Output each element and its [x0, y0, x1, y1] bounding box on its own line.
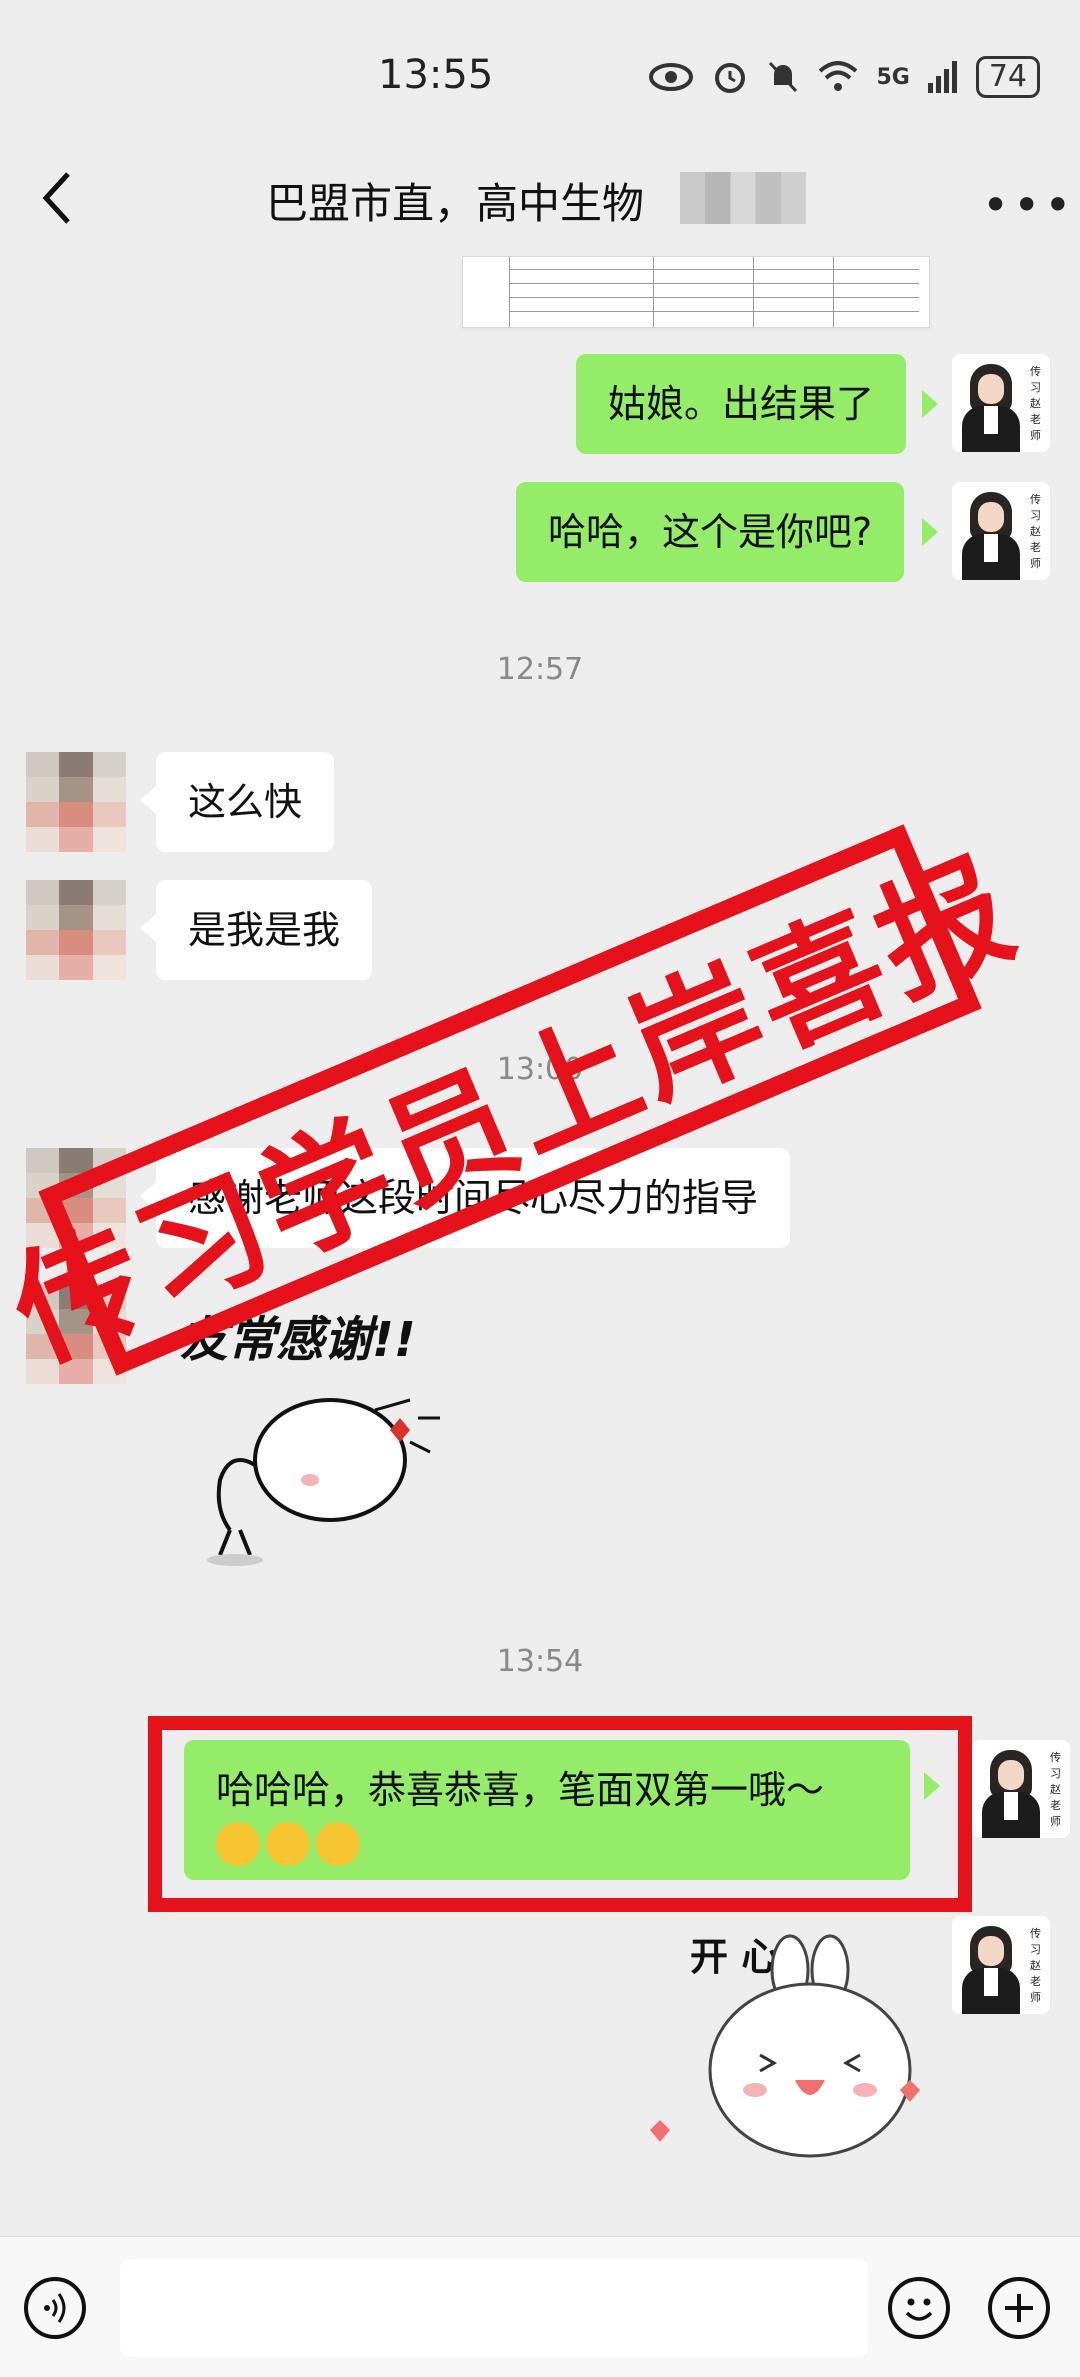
bubble-tail [140, 786, 156, 814]
spreadsheet-image-message[interactable] [462, 256, 930, 328]
input-bar [0, 2236, 1080, 2377]
battery-indicator: 74 [975, 56, 1040, 98]
avatar[interactable]: 传习赵老师 [952, 354, 1050, 452]
message-bubble-sent[interactable]: 姑娘。出结果了 [576, 354, 907, 454]
chat-title: 巴盟市直，高中生物 [266, 179, 645, 228]
bowing-creature-sticker [207, 1398, 440, 1566]
voice-icon[interactable] [24, 2277, 86, 2339]
bunny-icon [650, 1934, 920, 2158]
avatar-signature: 传习赵老师 [1030, 493, 1041, 570]
bubble-tail [922, 518, 938, 546]
timestamp: 12:57 [496, 652, 584, 687]
avatar[interactable]: 传习赵老师 [952, 482, 1050, 580]
message-bubble-sent[interactable]: 哈哈，这个是你吧? [516, 482, 905, 582]
eye-icon [649, 63, 694, 91]
avatar-signature: 传习赵老师 [1030, 365, 1041, 442]
message-input[interactable] [120, 2259, 868, 2357]
timestamp: 13:54 [496, 1644, 584, 1679]
blurred-title-suffix [680, 172, 806, 224]
bubble-tail [140, 914, 156, 942]
network-label: 5G [876, 64, 910, 90]
more-dots-icon[interactable]: ••• [982, 178, 1075, 232]
message-bubble-received[interactable]: 这么快 [156, 752, 335, 852]
avatar[interactable]: 传习赵老师 [952, 1916, 1050, 2014]
avatar[interactable]: 传习赵老师 [972, 1740, 1070, 1838]
status-icons: 5G 74 [648, 56, 1040, 98]
avatar-signature: 传习赵老师 [1030, 1927, 1041, 2004]
mute-bell-icon [769, 61, 798, 93]
alarm-icon [715, 63, 746, 93]
status-time: 13:55 [378, 52, 494, 98]
bubble-tail [922, 390, 938, 418]
message-bubble-received[interactable]: 是我是我 [156, 880, 373, 980]
emoji-icon[interactable] [888, 2277, 950, 2339]
avatar-signature: 传习赵老师 [1050, 1751, 1061, 1828]
chevron-left-icon[interactable] [38, 168, 78, 228]
avatar[interactable] [26, 752, 126, 852]
happy-bunny-sticker[interactable]: 开 心 [630, 1910, 930, 2210]
plus-icon[interactable] [988, 2277, 1050, 2339]
signal-icon [927, 61, 957, 93]
wifi-icon [819, 61, 858, 91]
avatar[interactable] [26, 880, 126, 980]
highlight-box [148, 1716, 972, 1912]
